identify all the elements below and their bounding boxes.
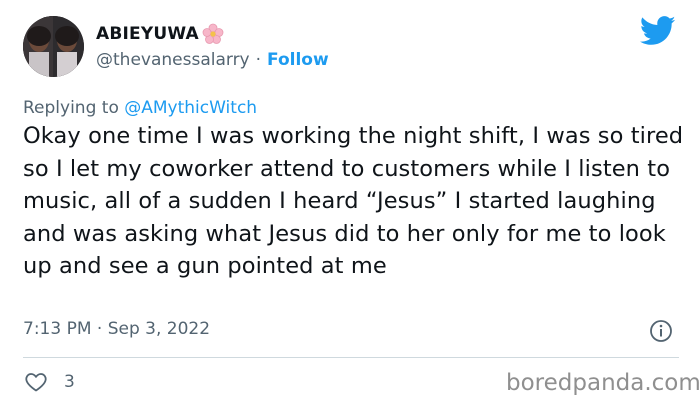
follow-button[interactable]: Follow: [267, 50, 329, 70]
author-display-name[interactable]: ABIEYUWA: [96, 24, 199, 44]
author-name-row[interactable]: ABIEYUWA: [96, 21, 224, 47]
reply-mention-link[interactable]: @AMythicWitch: [124, 98, 257, 118]
watermark: boredpanda.com: [506, 370, 700, 396]
twitter-bird-icon[interactable]: [640, 16, 676, 46]
avatar[interactable]: [23, 16, 84, 77]
info-icon[interactable]: [649, 319, 673, 343]
heart-icon: [25, 373, 47, 392]
divider: [23, 357, 679, 358]
tweet-text: Okay one time I was working the night sh…: [23, 123, 684, 279]
author-handle[interactable]: @thevanessalarry: [96, 50, 250, 70]
avatar-photo: [23, 16, 84, 77]
replying-to-label: Replying to: [23, 98, 119, 118]
cherry-blossom-icon: [202, 23, 224, 45]
handle-separator: ·: [255, 50, 262, 70]
tweet-timestamp[interactable]: 7:13 PM · Sep 3, 2022: [23, 319, 210, 339]
replying-to: Replying to @AMythicWitch: [23, 98, 257, 118]
author-handle-row: @thevanessalarry · Follow: [96, 50, 329, 70]
like-button[interactable]: 3: [24, 370, 75, 394]
like-count: 3: [64, 372, 75, 392]
